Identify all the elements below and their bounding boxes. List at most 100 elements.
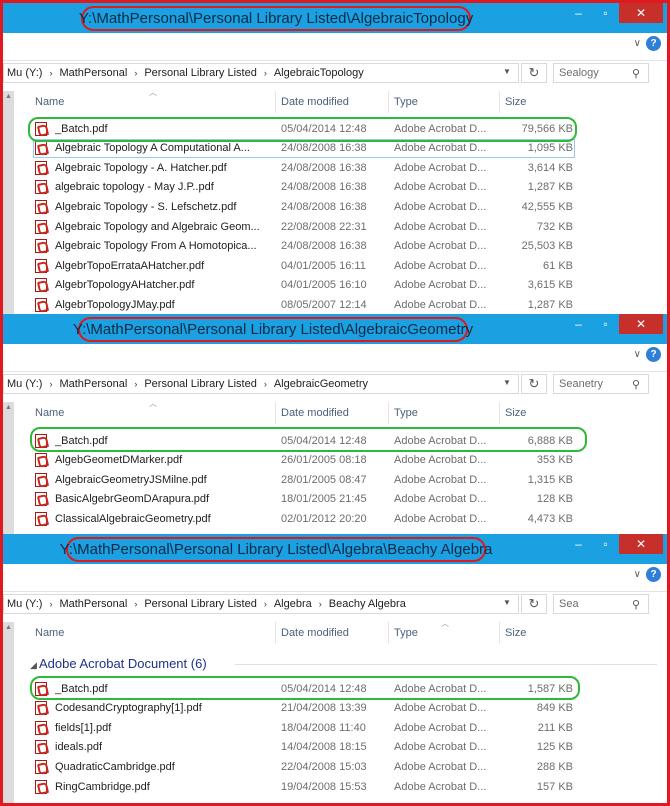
chevron-right-icon[interactable]: ›	[49, 599, 52, 609]
column-header-type[interactable]: Type	[390, 402, 500, 424]
breadcrumb-drive[interactable]: Mu (Y:)	[7, 67, 42, 79]
file-row[interactable]: ideals.pdf 14/04/2008 18:15 Adobe Acrobat …	[31, 738, 667, 758]
breadcrumb-current[interactable]: AlgebraicTopology	[274, 67, 364, 79]
group-collapse-icon[interactable]: ◢	[30, 660, 37, 671]
file-row[interactable]: Algebraic Topology and Algebraic Geom...…	[31, 217, 667, 237]
title-bar[interactable]: Y:\MathPersonal\Personal Library Listed\…	[3, 3, 667, 33]
pdf-file-icon	[35, 492, 47, 507]
chevron-right-icon[interactable]: ›	[134, 599, 137, 609]
help-icon[interactable]: ?	[646, 567, 661, 582]
search-input[interactable]: Seanetry ⚲	[553, 374, 649, 394]
file-row[interactable]: Algebraic Topology - A. Hatcher.pdf 24/08…	[31, 158, 667, 178]
file-row[interactable]: Algebraic Topology - S. Lefschetz.pdf 24/…	[31, 197, 667, 217]
breadcrumb-mathpersonal[interactable]: MathPersonal	[59, 598, 127, 610]
title-bar[interactable]: Y:\MathPersonal\Personal Library Listed\…	[3, 534, 667, 564]
address-bar[interactable]: Mu (Y:) › MathPersonal › Personal Library …	[3, 594, 519, 614]
address-dropdown-icon[interactable]: ▼	[503, 378, 511, 387]
column-header-size[interactable]: Size	[501, 622, 581, 644]
file-row[interactable]: AlgebGeometDMarker.pdf 26/01/2005 08:18 Ad…	[31, 451, 667, 471]
chevron-right-icon[interactable]: ›	[134, 68, 137, 78]
chevron-right-icon[interactable]: ›	[134, 379, 137, 389]
file-name-cell: Algebraic Topology A Computational A...	[35, 139, 275, 158]
address-dropdown-icon[interactable]: ▼	[503, 67, 511, 76]
column-header-size[interactable]: Size	[501, 91, 581, 113]
breadcrumb-current[interactable]: AlgebraicGeometry	[274, 378, 368, 390]
maximize-icon[interactable]: ▫	[592, 534, 619, 554]
file-row[interactable]: AlgebraicGeometryJSMilne.pdf 28/01/2005 0…	[31, 470, 667, 490]
chevron-down-icon[interactable]: ∨	[634, 349, 641, 360]
search-input[interactable]: Sealogy ⚲	[553, 63, 649, 83]
breadcrumb-mathpersonal[interactable]: MathPersonal	[59, 378, 127, 390]
maximize-icon[interactable]: ▫	[592, 314, 619, 334]
breadcrumb-personal-library[interactable]: Personal Library Listed	[144, 67, 257, 79]
maximize-icon[interactable]: ▫	[592, 3, 619, 23]
chevron-right-icon[interactable]: ›	[264, 599, 267, 609]
column-header: Name ︿ Date modified Type Size	[31, 399, 667, 424]
chevron-down-icon[interactable]: ∨	[634, 569, 641, 580]
navigation-pane-scrollbar[interactable]: ▲	[3, 91, 14, 316]
help-icon[interactable]: ?	[646, 36, 661, 51]
close-icon[interactable]: ✕	[619, 534, 663, 554]
navigation-pane-scrollbar[interactable]: ▲	[3, 402, 14, 536]
scroll-up-icon[interactable]: ▲	[5, 404, 12, 411]
file-row[interactable]: fields[1].pdf 18/04/2008 11:40 Adobe Acrob…	[31, 718, 667, 738]
refresh-icon[interactable]: ↻	[521, 374, 547, 394]
chevron-right-icon[interactable]: ›	[264, 68, 267, 78]
title-bar[interactable]: Y:\MathPersonal\Personal Library Listed\…	[3, 314, 667, 344]
refresh-icon[interactable]: ↻	[521, 594, 547, 614]
breadcrumb-algebra[interactable]: Algebra	[274, 598, 312, 610]
minimize-icon[interactable]: –	[565, 3, 592, 23]
file-row[interactable]: algebraic topology - May J.P..pdf 24/08/2…	[31, 178, 667, 198]
file-row[interactable]: _Batch.pdf 05/04/2014 12:48 Adobe Acrobat …	[31, 119, 667, 139]
column-header-date[interactable]: Date modified	[277, 91, 389, 113]
chevron-right-icon[interactable]: ›	[264, 379, 267, 389]
file-row[interactable]: AlgebrTopologyJMay.pdf 08/05/2007 12:14 Ad…	[31, 295, 667, 315]
breadcrumb-current[interactable]: Beachy Algebra	[329, 598, 406, 610]
close-icon[interactable]: ✕	[619, 314, 663, 334]
file-row[interactable]: BasicAlgebrGeomDArapura.pdf 18/01/2005 21…	[31, 490, 667, 510]
address-dropdown-icon[interactable]: ▼	[503, 598, 511, 607]
file-row[interactable]: Algebraic Topology From A Homotopica... 2…	[31, 237, 667, 257]
search-icon[interactable]: ⚲	[632, 67, 648, 80]
address-bar[interactable]: Mu (Y:) › MathPersonal › Personal Library …	[3, 374, 519, 394]
chevron-down-icon[interactable]: ∨	[634, 38, 641, 49]
minimize-icon[interactable]: –	[565, 534, 592, 554]
file-row[interactable]: ClassicalAlgebraicGeometry.pdf 02/01/2012…	[31, 509, 667, 529]
minimize-icon[interactable]: –	[565, 314, 592, 334]
file-row[interactable]: AlgebrTopologyAHatcher.pdf 04/01/2005 16:…	[31, 276, 667, 296]
help-icon[interactable]: ?	[646, 347, 661, 362]
search-icon[interactable]: ⚲	[632, 598, 648, 611]
chevron-right-icon[interactable]: ›	[319, 599, 322, 609]
file-row[interactable]: Algebraic Topology A Computational A... 2…	[31, 138, 667, 159]
close-icon[interactable]: ✕	[619, 3, 663, 23]
breadcrumb-personal-library[interactable]: Personal Library Listed	[144, 378, 257, 390]
column-header-date[interactable]: Date modified	[277, 622, 389, 644]
column-header-size[interactable]: Size	[501, 402, 581, 424]
file-row[interactable]: _Batch.pdf 05/04/2014 12:48 Adobe Acrobat …	[31, 431, 667, 451]
breadcrumb-drive[interactable]: Mu (Y:)	[7, 598, 42, 610]
file-date-modified: 28/01/2005 08:47	[281, 473, 367, 486]
file-row[interactable]: AlgebrTopoErrataAHatcher.pdf 04/01/2005 1…	[31, 256, 667, 276]
column-header-date[interactable]: Date modified	[277, 402, 389, 424]
refresh-icon[interactable]: ↻	[521, 63, 547, 83]
breadcrumb-drive[interactable]: Mu (Y:)	[7, 378, 42, 390]
address-bar[interactable]: Mu (Y:) › MathPersonal › Personal Library …	[3, 63, 519, 83]
group-header[interactable]: Adobe Acrobat Document (6)	[39, 656, 207, 671]
scroll-up-icon[interactable]: ▲	[5, 93, 12, 100]
breadcrumb-mathpersonal[interactable]: MathPersonal	[59, 67, 127, 79]
chevron-right-icon[interactable]: ›	[49, 68, 52, 78]
file-row[interactable]: QuadraticCambridge.pdf 22/04/2008 15:03 Ad…	[31, 757, 667, 777]
file-type-cell: Adobe Acrobat D...	[394, 276, 504, 295]
chevron-right-icon[interactable]: ›	[49, 379, 52, 389]
search-icon[interactable]: ⚲	[632, 378, 648, 391]
file-size-cell: 1,095 KB	[501, 139, 573, 158]
file-row[interactable]: _Batch.pdf 05/04/2014 12:48 Adobe Acrobat …	[31, 679, 667, 699]
navigation-pane-scrollbar[interactable]: ▲	[3, 622, 14, 803]
breadcrumb-personal-library[interactable]: Personal Library Listed	[144, 598, 257, 610]
search-input[interactable]: Sea ⚲	[553, 594, 649, 614]
column-header-name[interactable]: Name	[31, 622, 276, 644]
file-row[interactable]: CodesandCryptography[1].pdf 21/04/2008 13…	[31, 699, 667, 719]
file-row[interactable]: RingCambridge.pdf 19/04/2008 15:53 Adobe A…	[31, 777, 667, 797]
scroll-up-icon[interactable]: ▲	[5, 624, 12, 631]
column-header-type[interactable]: Type	[390, 91, 500, 113]
